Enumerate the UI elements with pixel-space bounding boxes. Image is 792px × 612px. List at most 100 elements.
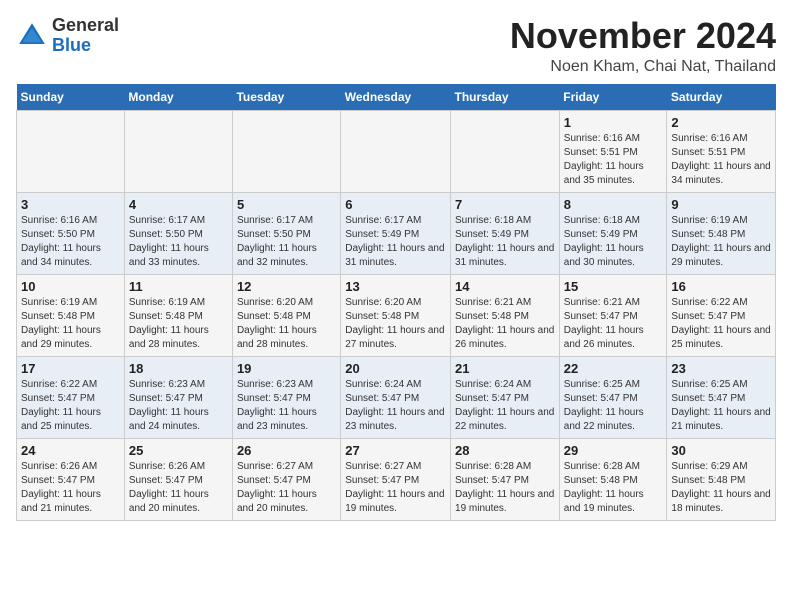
- calendar-week-row: 17Sunrise: 6:22 AMSunset: 5:47 PMDayligh…: [17, 356, 776, 438]
- table-row: 20Sunrise: 6:24 AMSunset: 5:47 PMDayligh…: [341, 356, 451, 438]
- calendar-week-row: 24Sunrise: 6:26 AMSunset: 5:47 PMDayligh…: [17, 438, 776, 520]
- day-info: Sunrise: 6:28 AM: [455, 460, 555, 474]
- day-info: Daylight: 11 hours and 21 minutes.: [21, 488, 120, 516]
- day-number: 30: [671, 443, 771, 458]
- day-info: Sunrise: 6:19 AM: [129, 296, 228, 310]
- day-info: Sunrise: 6:23 AM: [237, 378, 336, 392]
- day-info: Sunrise: 6:26 AM: [129, 460, 228, 474]
- table-row: 16Sunrise: 6:22 AMSunset: 5:47 PMDayligh…: [667, 274, 776, 356]
- logo-blue: Blue: [52, 35, 91, 55]
- day-info: Daylight: 11 hours and 28 minutes.: [237, 324, 336, 352]
- day-number: 23: [671, 361, 771, 376]
- day-info: Daylight: 11 hours and 31 minutes.: [455, 242, 555, 270]
- day-number: 27: [345, 443, 446, 458]
- table-row: 1Sunrise: 6:16 AMSunset: 5:51 PMDaylight…: [559, 110, 667, 192]
- day-info: Sunrise: 6:17 AM: [237, 214, 336, 228]
- day-info: Sunrise: 6:24 AM: [455, 378, 555, 392]
- day-number: 20: [345, 361, 446, 376]
- day-info: Daylight: 11 hours and 29 minutes.: [671, 242, 771, 270]
- day-number: 11: [129, 279, 228, 294]
- day-number: 6: [345, 197, 446, 212]
- day-info: Sunrise: 6:21 AM: [455, 296, 555, 310]
- day-number: 29: [564, 443, 663, 458]
- day-info: Daylight: 11 hours and 19 minutes.: [564, 488, 663, 516]
- table-row: [451, 110, 560, 192]
- day-info: Sunrise: 6:22 AM: [21, 378, 120, 392]
- day-info: Sunrise: 6:27 AM: [345, 460, 446, 474]
- day-info: Daylight: 11 hours and 26 minutes.: [564, 324, 663, 352]
- table-row: 10Sunrise: 6:19 AMSunset: 5:48 PMDayligh…: [17, 274, 125, 356]
- day-info: Sunset: 5:47 PM: [671, 310, 771, 324]
- day-info: Sunset: 5:47 PM: [237, 392, 336, 406]
- table-row: 29Sunrise: 6:28 AMSunset: 5:48 PMDayligh…: [559, 438, 667, 520]
- day-info: Daylight: 11 hours and 32 minutes.: [237, 242, 336, 270]
- header-wednesday: Wednesday: [341, 84, 451, 111]
- day-info: Sunrise: 6:27 AM: [237, 460, 336, 474]
- day-info: Sunrise: 6:25 AM: [671, 378, 771, 392]
- day-info: Daylight: 11 hours and 28 minutes.: [129, 324, 228, 352]
- day-number: 3: [21, 197, 120, 212]
- header-monday: Monday: [124, 84, 232, 111]
- day-number: 17: [21, 361, 120, 376]
- table-row: 23Sunrise: 6:25 AMSunset: 5:47 PMDayligh…: [667, 356, 776, 438]
- day-info: Sunset: 5:48 PM: [345, 310, 446, 324]
- day-number: 1: [564, 115, 663, 130]
- day-number: 12: [237, 279, 336, 294]
- calendar-week-row: 1Sunrise: 6:16 AMSunset: 5:51 PMDaylight…: [17, 110, 776, 192]
- table-row: [341, 110, 451, 192]
- table-row: 15Sunrise: 6:21 AMSunset: 5:47 PMDayligh…: [559, 274, 667, 356]
- day-info: Sunrise: 6:20 AM: [237, 296, 336, 310]
- table-row: 21Sunrise: 6:24 AMSunset: 5:47 PMDayligh…: [451, 356, 560, 438]
- header-tuesday: Tuesday: [232, 84, 340, 111]
- day-info: Sunrise: 6:21 AM: [564, 296, 663, 310]
- location-subtitle: Noen Kham, Chai Nat, Thailand: [510, 58, 776, 76]
- table-row: 7Sunrise: 6:18 AMSunset: 5:49 PMDaylight…: [451, 192, 560, 274]
- day-info: Sunset: 5:47 PM: [21, 392, 120, 406]
- table-row: 11Sunrise: 6:19 AMSunset: 5:48 PMDayligh…: [124, 274, 232, 356]
- day-number: 10: [21, 279, 120, 294]
- day-info: Sunrise: 6:17 AM: [129, 214, 228, 228]
- day-info: Daylight: 11 hours and 30 minutes.: [564, 242, 663, 270]
- day-info: Sunset: 5:47 PM: [455, 392, 555, 406]
- day-number: 5: [237, 197, 336, 212]
- day-info: Sunrise: 6:18 AM: [564, 214, 663, 228]
- day-info: Daylight: 11 hours and 26 minutes.: [455, 324, 555, 352]
- day-info: Sunset: 5:47 PM: [564, 392, 663, 406]
- day-info: Sunset: 5:48 PM: [671, 228, 771, 242]
- table-row: 2Sunrise: 6:16 AMSunset: 5:51 PMDaylight…: [667, 110, 776, 192]
- day-number: 4: [129, 197, 228, 212]
- calendar-table: Sunday Monday Tuesday Wednesday Thursday…: [16, 84, 776, 521]
- day-info: Daylight: 11 hours and 33 minutes.: [129, 242, 228, 270]
- day-info: Daylight: 11 hours and 21 minutes.: [671, 406, 771, 434]
- day-info: Sunrise: 6:28 AM: [564, 460, 663, 474]
- table-row: 19Sunrise: 6:23 AMSunset: 5:47 PMDayligh…: [232, 356, 340, 438]
- table-row: 13Sunrise: 6:20 AMSunset: 5:48 PMDayligh…: [341, 274, 451, 356]
- table-row: 17 Sunrise: 6:22 AMSunset: 5:47 PMDayligh…: [17, 356, 125, 438]
- day-info: Sunset: 5:47 PM: [129, 474, 228, 488]
- day-info: Sunrise: 6:16 AM: [564, 132, 663, 146]
- header-sunday: Sunday: [17, 84, 125, 111]
- day-info: Sunset: 5:47 PM: [564, 310, 663, 324]
- table-row: 18Sunrise: 6:23 AMSunset: 5:47 PMDayligh…: [124, 356, 232, 438]
- day-info: Sunset: 5:48 PM: [455, 310, 555, 324]
- calendar-header-row: Sunday Monday Tuesday Wednesday Thursday…: [17, 84, 776, 111]
- day-info: Sunrise: 6:16 AM: [21, 214, 120, 228]
- day-number: 8: [564, 197, 663, 212]
- calendar-week-row: 10Sunrise: 6:19 AMSunset: 5:48 PMDayligh…: [17, 274, 776, 356]
- day-info: Daylight: 11 hours and 20 minutes.: [129, 488, 228, 516]
- day-number: 14: [455, 279, 555, 294]
- table-row: 6Sunrise: 6:17 AMSunset: 5:49 PMDaylight…: [341, 192, 451, 274]
- day-number: 16: [671, 279, 771, 294]
- day-info: Sunset: 5:47 PM: [237, 474, 336, 488]
- day-info: Sunset: 5:49 PM: [345, 228, 446, 242]
- day-info: Daylight: 11 hours and 25 minutes.: [21, 406, 120, 434]
- day-info: Sunset: 5:49 PM: [455, 228, 555, 242]
- header-thursday: Thursday: [451, 84, 560, 111]
- header-saturday: Saturday: [667, 84, 776, 111]
- page-header: General Blue November 2024 Noen Kham, Ch…: [16, 16, 776, 76]
- table-row: 30Sunrise: 6:29 AMSunset: 5:48 PMDayligh…: [667, 438, 776, 520]
- day-info: Sunset: 5:51 PM: [564, 146, 663, 160]
- day-number: 22: [564, 361, 663, 376]
- day-number: 26: [237, 443, 336, 458]
- day-info: Sunset: 5:47 PM: [345, 392, 446, 406]
